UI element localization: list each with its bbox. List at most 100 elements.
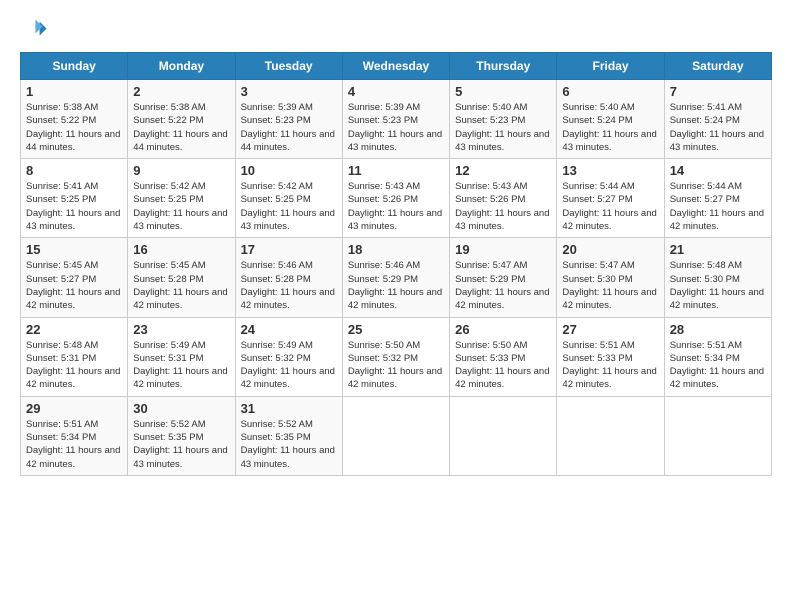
sunset-label: Sunset: 5:28 PM [133,274,203,285]
logo-icon [20,16,48,44]
calendar-cell: 27 Sunrise: 5:51 AM Sunset: 5:33 PM Dayl… [557,317,664,396]
day-info: Sunrise: 5:43 AM Sunset: 5:26 PM Dayligh… [455,180,551,233]
day-info: Sunrise: 5:49 AM Sunset: 5:32 PM Dayligh… [241,339,337,392]
day-info: Sunrise: 5:44 AM Sunset: 5:27 PM Dayligh… [670,180,766,233]
sunset-label: Sunset: 5:33 PM [455,353,525,364]
day-number: 17 [241,242,337,257]
calendar-cell: 21 Sunrise: 5:48 AM Sunset: 5:30 PM Dayl… [664,238,771,317]
day-info: Sunrise: 5:43 AM Sunset: 5:26 PM Dayligh… [348,180,444,233]
sunset-label: Sunset: 5:31 PM [133,353,203,364]
day-info: Sunrise: 5:47 AM Sunset: 5:30 PM Dayligh… [562,259,658,312]
daylight-label: Daylight: 11 hours and 42 minutes. [348,287,442,311]
sunrise-label: Sunrise: 5:48 AM [26,340,98,351]
sunrise-label: Sunrise: 5:52 AM [241,419,313,430]
calendar-cell: 31 Sunrise: 5:52 AM Sunset: 5:35 PM Dayl… [235,396,342,475]
daylight-label: Daylight: 11 hours and 42 minutes. [562,208,656,232]
sunrise-label: Sunrise: 5:51 AM [562,340,634,351]
day-number: 12 [455,163,551,178]
daylight-label: Daylight: 11 hours and 43 minutes. [455,129,549,153]
day-number: 15 [26,242,122,257]
sunset-label: Sunset: 5:25 PM [241,194,311,205]
day-info: Sunrise: 5:44 AM Sunset: 5:27 PM Dayligh… [562,180,658,233]
sunrise-label: Sunrise: 5:40 AM [455,102,527,113]
day-info: Sunrise: 5:41 AM Sunset: 5:24 PM Dayligh… [670,101,766,154]
day-info: Sunrise: 5:45 AM Sunset: 5:27 PM Dayligh… [26,259,122,312]
day-info: Sunrise: 5:52 AM Sunset: 5:35 PM Dayligh… [133,418,229,471]
daylight-label: Daylight: 11 hours and 42 minutes. [455,287,549,311]
calendar-cell: 10 Sunrise: 5:42 AM Sunset: 5:25 PM Dayl… [235,159,342,238]
header [20,16,772,44]
sunrise-label: Sunrise: 5:47 AM [562,260,634,271]
daylight-label: Daylight: 11 hours and 42 minutes. [562,287,656,311]
calendar-cell: 5 Sunrise: 5:40 AM Sunset: 5:23 PM Dayli… [450,80,557,159]
calendar-cell: 20 Sunrise: 5:47 AM Sunset: 5:30 PM Dayl… [557,238,664,317]
calendar-cell: 26 Sunrise: 5:50 AM Sunset: 5:33 PM Dayl… [450,317,557,396]
sunset-label: Sunset: 5:33 PM [562,353,632,364]
sunset-label: Sunset: 5:29 PM [348,274,418,285]
sunset-label: Sunset: 5:35 PM [133,432,203,443]
calendar-cell: 12 Sunrise: 5:43 AM Sunset: 5:26 PM Dayl… [450,159,557,238]
day-header-friday: Friday [557,53,664,80]
day-info: Sunrise: 5:47 AM Sunset: 5:29 PM Dayligh… [455,259,551,312]
day-info: Sunrise: 5:40 AM Sunset: 5:24 PM Dayligh… [562,101,658,154]
sunrise-label: Sunrise: 5:41 AM [26,181,98,192]
week-row-4: 22 Sunrise: 5:48 AM Sunset: 5:31 PM Dayl… [21,317,772,396]
day-info: Sunrise: 5:45 AM Sunset: 5:28 PM Dayligh… [133,259,229,312]
day-header-monday: Monday [128,53,235,80]
day-number: 4 [348,84,444,99]
sunset-label: Sunset: 5:34 PM [670,353,740,364]
week-row-5: 29 Sunrise: 5:51 AM Sunset: 5:34 PM Dayl… [21,396,772,475]
daylight-label: Daylight: 11 hours and 43 minutes. [670,129,764,153]
calendar-cell: 16 Sunrise: 5:45 AM Sunset: 5:28 PM Dayl… [128,238,235,317]
sunrise-label: Sunrise: 5:42 AM [241,181,313,192]
day-info: Sunrise: 5:38 AM Sunset: 5:22 PM Dayligh… [133,101,229,154]
day-number: 21 [670,242,766,257]
sunrise-label: Sunrise: 5:42 AM [133,181,205,192]
sunset-label: Sunset: 5:22 PM [133,115,203,126]
sunrise-label: Sunrise: 5:50 AM [455,340,527,351]
day-info: Sunrise: 5:51 AM Sunset: 5:34 PM Dayligh… [670,339,766,392]
daylight-label: Daylight: 11 hours and 42 minutes. [26,366,120,390]
sunrise-label: Sunrise: 5:51 AM [26,419,98,430]
day-info: Sunrise: 5:51 AM Sunset: 5:34 PM Dayligh… [26,418,122,471]
sunrise-label: Sunrise: 5:38 AM [133,102,205,113]
daylight-label: Daylight: 11 hours and 42 minutes. [26,287,120,311]
calendar-cell: 29 Sunrise: 5:51 AM Sunset: 5:34 PM Dayl… [21,396,128,475]
calendar-cell: 14 Sunrise: 5:44 AM Sunset: 5:27 PM Dayl… [664,159,771,238]
calendar-cell: 25 Sunrise: 5:50 AM Sunset: 5:32 PM Dayl… [342,317,449,396]
day-number: 8 [26,163,122,178]
daylight-label: Daylight: 11 hours and 42 minutes. [670,287,764,311]
calendar-cell: 13 Sunrise: 5:44 AM Sunset: 5:27 PM Dayl… [557,159,664,238]
day-number: 2 [133,84,229,99]
day-number: 31 [241,401,337,416]
calendar-cell: 23 Sunrise: 5:49 AM Sunset: 5:31 PM Dayl… [128,317,235,396]
calendar-cell: 30 Sunrise: 5:52 AM Sunset: 5:35 PM Dayl… [128,396,235,475]
day-number: 18 [348,242,444,257]
daylight-label: Daylight: 11 hours and 43 minutes. [241,208,335,232]
day-info: Sunrise: 5:42 AM Sunset: 5:25 PM Dayligh… [133,180,229,233]
day-number: 11 [348,163,444,178]
week-row-3: 15 Sunrise: 5:45 AM Sunset: 5:27 PM Dayl… [21,238,772,317]
daylight-label: Daylight: 11 hours and 42 minutes. [133,287,227,311]
sunset-label: Sunset: 5:23 PM [348,115,418,126]
day-header-tuesday: Tuesday [235,53,342,80]
sunrise-label: Sunrise: 5:47 AM [455,260,527,271]
day-number: 7 [670,84,766,99]
day-number: 22 [26,322,122,337]
sunrise-label: Sunrise: 5:39 AM [348,102,420,113]
calendar-cell [557,396,664,475]
day-info: Sunrise: 5:49 AM Sunset: 5:31 PM Dayligh… [133,339,229,392]
sunrise-label: Sunrise: 5:46 AM [241,260,313,271]
daylight-label: Daylight: 11 hours and 43 minutes. [133,208,227,232]
week-row-1: 1 Sunrise: 5:38 AM Sunset: 5:22 PM Dayli… [21,80,772,159]
sunset-label: Sunset: 5:26 PM [348,194,418,205]
sunset-label: Sunset: 5:34 PM [26,432,96,443]
day-number: 26 [455,322,551,337]
days-header-row: SundayMondayTuesdayWednesdayThursdayFrid… [21,53,772,80]
sunrise-label: Sunrise: 5:38 AM [26,102,98,113]
sunrise-label: Sunrise: 5:48 AM [670,260,742,271]
sunrise-label: Sunrise: 5:45 AM [26,260,98,271]
day-info: Sunrise: 5:52 AM Sunset: 5:35 PM Dayligh… [241,418,337,471]
daylight-label: Daylight: 11 hours and 43 minutes. [241,445,335,469]
sunrise-label: Sunrise: 5:49 AM [133,340,205,351]
